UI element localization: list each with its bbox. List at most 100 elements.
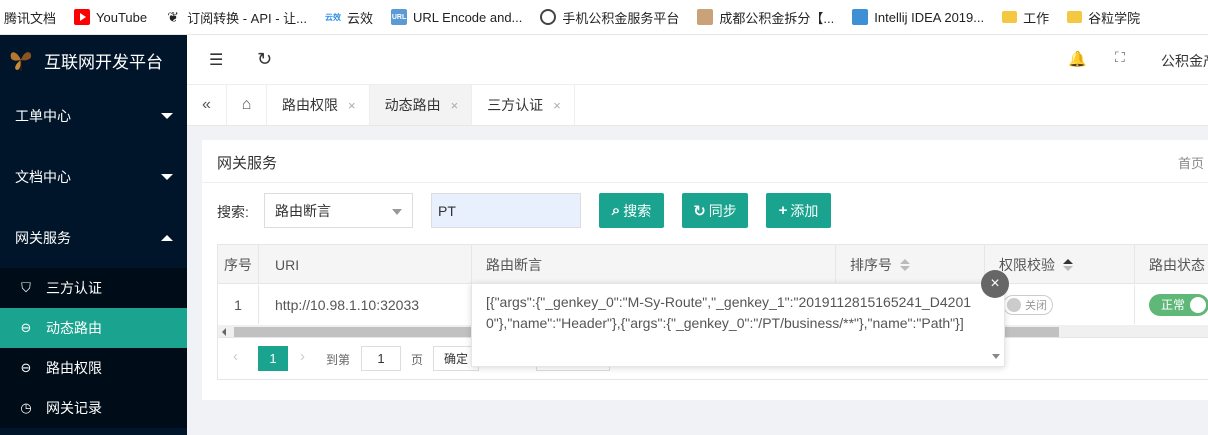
scroll-left-icon[interactable] (222, 328, 226, 336)
sync-button-label: 同步 (708, 202, 737, 219)
bookmark-label: Intellij IDEA 2019... (874, 9, 985, 25)
add-button[interactable]: + 添加 (766, 193, 831, 228)
gateway-submenu: ⛉ 三方认证 ⊖ 动态路由 ⊖ 路由权限 ◷ 网关记录 (0, 268, 187, 428)
search-input[interactable] (431, 193, 581, 228)
caret-down-icon (392, 209, 402, 215)
bookmark-tencent-docs[interactable]: 腾讯文档 (4, 8, 56, 27)
bookmark-label: 成都公积金拆分【... (719, 10, 835, 26)
search-button[interactable]: ⌕ 搜索 (599, 193, 664, 228)
bookmark-intellij[interactable]: Intellij IDEA 2019... (852, 9, 984, 25)
close-icon[interactable]: × (981, 270, 1009, 298)
close-icon[interactable]: × (451, 98, 459, 113)
toggle-knob (1007, 297, 1021, 312)
url-icon: URL (391, 9, 408, 25)
bookmark-url-encode[interactable]: URL URL Encode and... (391, 9, 522, 25)
menu-group-docs[interactable]: 文档中心 (0, 146, 187, 207)
close-icon[interactable]: × (348, 98, 356, 113)
bookmark-label: 腾讯文档 (4, 10, 57, 26)
menu-group-label: 工单中心 (15, 107, 71, 124)
sort-icon[interactable] (900, 258, 910, 271)
fullscreen-icon[interactable]: ⛶ (1115, 49, 1125, 66)
search-icon: ⌕ (611, 202, 621, 219)
status-toggle[interactable]: 正常 (1149, 293, 1208, 316)
bookmark-folder-guli[interactable]: 谷粒学院 (1067, 8, 1140, 27)
goto-page-input[interactable]: 1 (361, 346, 401, 371)
cell-uri: http://10.98.1.10:32033 (259, 285, 472, 324)
next-page-icon[interactable]: › (300, 348, 305, 365)
predicate-tooltip: [{"args":{"_genkey_0":"M-Sy-Route","_gen… (471, 283, 1005, 367)
bookmark-label: URL Encode and... (413, 9, 523, 25)
chevron-up-icon (161, 234, 173, 241)
cell-index: 1 (218, 285, 259, 324)
chevron-down-icon (161, 112, 173, 119)
page-tabs: « ⌂ 路由权限 × 动态路由 × 三方认证 × (187, 85, 1208, 126)
table-header: 序号 URI 路由断言 排序号 权限校验 路由状态 (218, 245, 1208, 284)
search-button-label: 搜索 (623, 202, 652, 219)
sync-icon: ↻ (693, 202, 706, 220)
page-title: 网关服务 (217, 155, 278, 172)
goto-label: 到第 (326, 353, 351, 367)
column-header-label: 排序号 (850, 256, 892, 273)
bookmark-label: YouTube (96, 9, 148, 25)
status-toggle-label: 正常 (1161, 298, 1186, 312)
tab-dynamic-route[interactable]: 动态路由 × (369, 85, 473, 125)
menu-group-label: 网关服务 (15, 229, 71, 246)
cloud-icon: 云效 (325, 12, 342, 22)
bookmark-folder-work[interactable]: 工作 (1002, 8, 1049, 27)
sidebar-item-label: 路由权限 (46, 360, 102, 376)
sync-button[interactable]: ↻ 同步 (682, 193, 748, 228)
sidebar-item-third-party-auth[interactable]: ⛉ 三方认证 (0, 268, 187, 308)
toggle-knob (1190, 296, 1206, 313)
search-type-value: 路由断言 (275, 202, 331, 219)
close-icon[interactable]: × (553, 98, 561, 113)
menu-group-gateway[interactable]: 网关服务 (0, 207, 187, 268)
auth-toggle[interactable]: 关闭 (1003, 294, 1053, 315)
app-title: 互联网开发平台 (44, 52, 163, 72)
top-header: ☰ ↻ 🔔 ⛶ 公积金产 (187, 35, 1208, 85)
sort-asc-icon[interactable] (1063, 258, 1073, 271)
bookmark-chengdu-fund[interactable]: 成都公积金拆分【... (697, 8, 834, 27)
folder-icon (1067, 11, 1083, 23)
youtube-icon (74, 9, 91, 25)
predicate-tooltip-text: [{"args":{"_genkey_0":"M-Sy-Route","_gen… (486, 294, 972, 331)
sidebar-item-label: 动态路由 (46, 320, 102, 336)
bookmark-label: 订阅转换 - API - 让... (187, 10, 308, 26)
bookmark-subscribe-convert[interactable]: ❦ 订阅转换 - API - 让... (165, 8, 307, 27)
prev-page-icon[interactable]: ‹ (233, 348, 238, 365)
bookmark-housing-fund-mobile[interactable]: 手机公积金服务平台 (540, 8, 679, 27)
search-label: 搜索: (217, 204, 249, 220)
search-type-select[interactable]: 路由断言 (264, 193, 413, 228)
column-header-index: 序号 (218, 245, 259, 284)
clock-icon: ◷ (20, 400, 32, 415)
app-logo[interactable]: 互联网开发平台 (0, 35, 187, 85)
refresh-icon[interactable]: ↻ (257, 49, 272, 70)
bookmark-yunxiao[interactable]: 云效 云效 (325, 8, 373, 27)
bookmark-label: 云效 (347, 10, 374, 26)
scroll-down-icon[interactable] (992, 354, 1000, 359)
plus-icon: + (778, 202, 788, 219)
sidebar-item-label: 网关记录 (46, 400, 102, 416)
globe-icon (540, 9, 556, 25)
cell-status: 正常 (1135, 285, 1208, 324)
home-icon[interactable]: ⌂ (227, 85, 267, 125)
column-header-order[interactable]: 排序号 (836, 245, 985, 284)
tab-third-party-auth[interactable]: 三方认证 × (472, 85, 575, 125)
menu-fold-icon[interactable]: ☰ (209, 50, 229, 70)
column-header-label: 权限校验 (999, 256, 1055, 273)
bell-icon[interactable]: 🔔 (1068, 50, 1087, 68)
add-button-label: 添加 (790, 202, 819, 219)
butterfly-logo-icon (10, 52, 32, 71)
menu-group-tickets[interactable]: 工单中心 (0, 85, 187, 146)
tabs-collapse-icon[interactable]: « (187, 85, 227, 125)
tab-route-permission[interactable]: 路由权限 × (267, 85, 370, 125)
breadcrumb[interactable]: 首页 (1178, 153, 1204, 172)
sidebar-item-dynamic-route[interactable]: ⊖ 动态路由 (0, 308, 187, 348)
sidebar-item-route-permission[interactable]: ⊖ 路由权限 (0, 348, 187, 388)
bookmark-label: 谷粒学院 (1088, 10, 1141, 26)
permission-icon: ⊖ (20, 360, 32, 375)
user-menu[interactable]: 公积金产 (1161, 51, 1208, 71)
bookmark-youtube[interactable]: YouTube (74, 9, 147, 25)
avatar-icon (697, 9, 714, 25)
sidebar-item-gateway-log[interactable]: ◷ 网关记录 (0, 388, 187, 428)
page-number-current[interactable]: 1 (258, 346, 288, 371)
